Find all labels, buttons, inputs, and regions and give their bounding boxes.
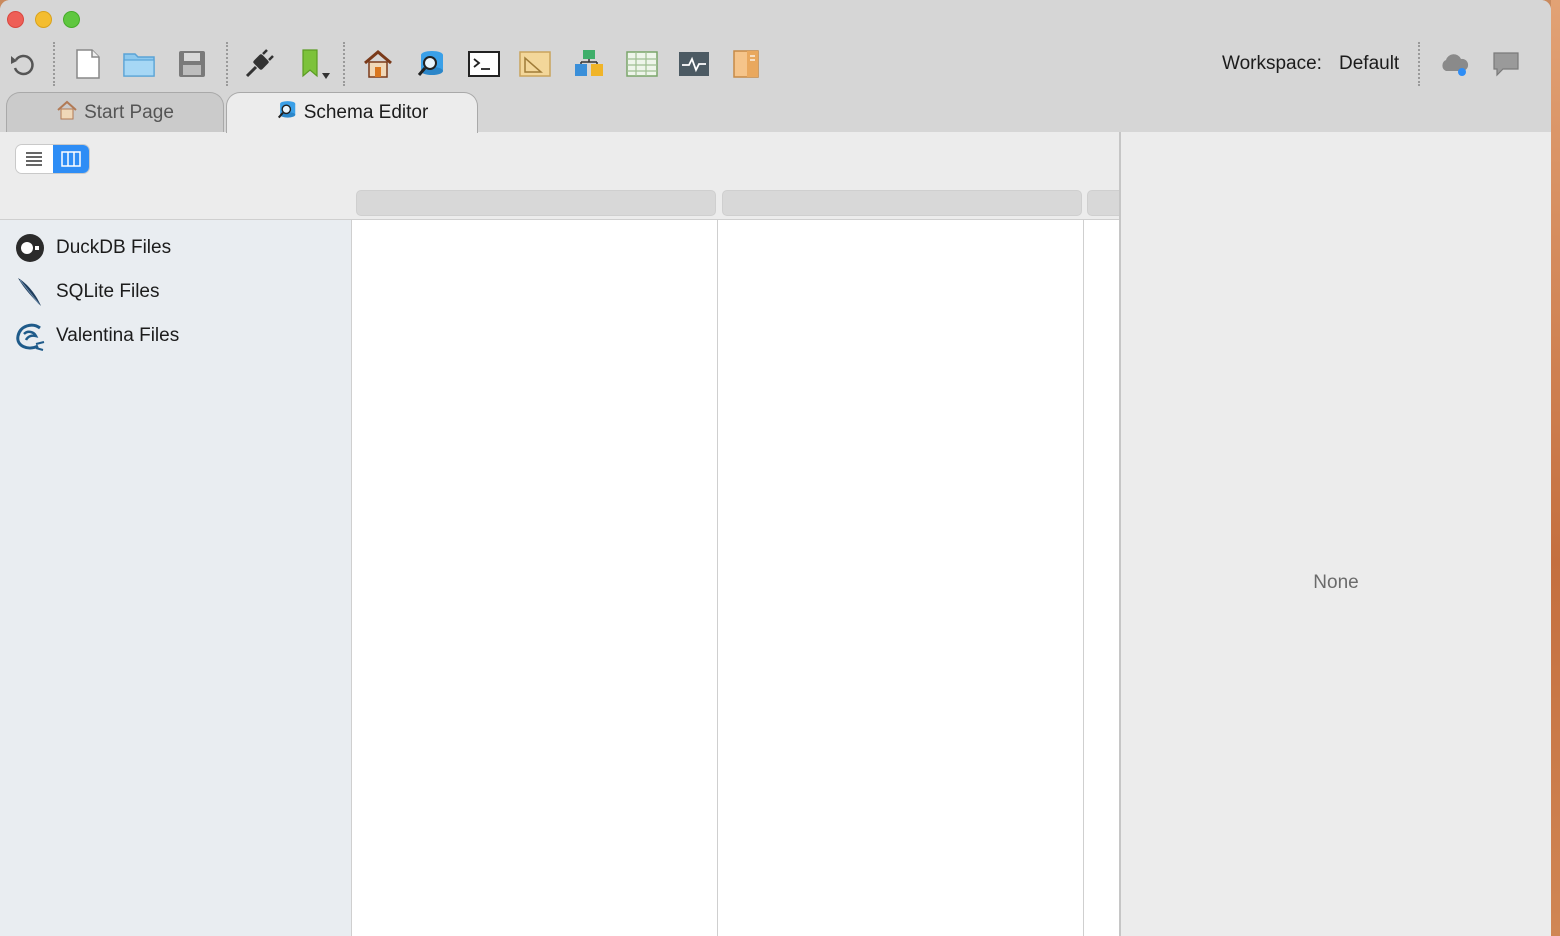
column-view-button[interactable]: [52, 145, 89, 173]
activity-monitor-icon[interactable]: [674, 44, 714, 84]
app-window: Workspace: Default Start Page Schema Edi…: [0, 0, 1551, 936]
toolbar-separator: [226, 42, 228, 86]
close-window-button[interactable]: [7, 11, 24, 28]
minimize-window-button[interactable]: [35, 11, 52, 28]
toolbar: Workspace: Default Start Page Schema Edi…: [0, 0, 1551, 224]
inspector-panel: None: [1119, 132, 1551, 936]
sidebar-item-label: DuckDB Files: [56, 237, 172, 258]
workspace-label: Workspace:: [1222, 53, 1322, 74]
tab-label: Schema Editor: [303, 102, 429, 123]
diagram-icon[interactable]: [569, 44, 609, 84]
save-icon[interactable]: [172, 44, 212, 84]
tab-schema-editor[interactable]: Schema Editor: [226, 92, 478, 133]
chat-icon[interactable]: [1486, 44, 1526, 84]
desktop-background: [1551, 0, 1560, 936]
sidebar-item-label: Valentina Files: [56, 325, 180, 346]
inspector-empty-label: None: [1313, 572, 1359, 593]
duckdb-icon: [14, 232, 46, 264]
home-icon: [56, 100, 78, 126]
tab-label: Start Page: [84, 101, 174, 123]
browser-column[interactable]: [1083, 220, 1119, 936]
bookmark-icon[interactable]: [293, 44, 333, 84]
cloud-icon[interactable]: [1434, 44, 1474, 84]
list-view-button[interactable]: [16, 145, 53, 173]
toolbar-separator: [343, 42, 345, 86]
view-mode-toggle: [16, 145, 89, 173]
workspace-selector[interactable]: Default: [1339, 53, 1399, 75]
toolbar-separator: [53, 42, 55, 86]
ruler-icon[interactable]: [515, 44, 555, 84]
columns-icon: [61, 151, 81, 167]
sidebar-item-label: SQLite Files: [56, 281, 160, 302]
notebook-icon[interactable]: [726, 44, 766, 84]
schema-editor-icon: [276, 99, 298, 127]
sidebar-item-valentina-files[interactable]: Valentina Files: [14, 319, 179, 353]
browser-column[interactable]: [717, 220, 1084, 936]
connect-plug-icon[interactable]: [239, 44, 279, 84]
undo-icon[interactable]: [3, 44, 43, 84]
sidebar: DuckDB Files SQLite Files Valentina File…: [0, 220, 351, 936]
table-grid-icon[interactable]: [622, 44, 662, 84]
list-icon: [26, 152, 43, 166]
tab-start-page[interactable]: Start Page: [6, 92, 224, 132]
sqlite-feather-icon: [14, 276, 46, 308]
sidebar-item-duckdb-files[interactable]: DuckDB Files: [14, 231, 171, 265]
browser-column[interactable]: [351, 220, 718, 936]
column-header[interactable]: [356, 190, 716, 216]
tab-bar: Start Page Schema Editor: [0, 92, 1551, 224]
valentina-dragon-icon: [14, 320, 46, 352]
maximize-window-button[interactable]: [63, 11, 80, 28]
sidebar-item-sqlite-files[interactable]: SQLite Files: [14, 275, 159, 309]
column-header[interactable]: [722, 190, 1082, 216]
new-file-icon[interactable]: [68, 44, 108, 84]
open-folder-icon[interactable]: [119, 44, 159, 84]
schema-editor-icon[interactable]: [411, 44, 451, 84]
toolbar-separator: [1418, 42, 1420, 86]
schema-browser: DuckDB Files SQLite Files Valentina File…: [0, 132, 1127, 936]
terminal-icon[interactable]: [464, 44, 504, 84]
home-icon[interactable]: [358, 44, 398, 84]
